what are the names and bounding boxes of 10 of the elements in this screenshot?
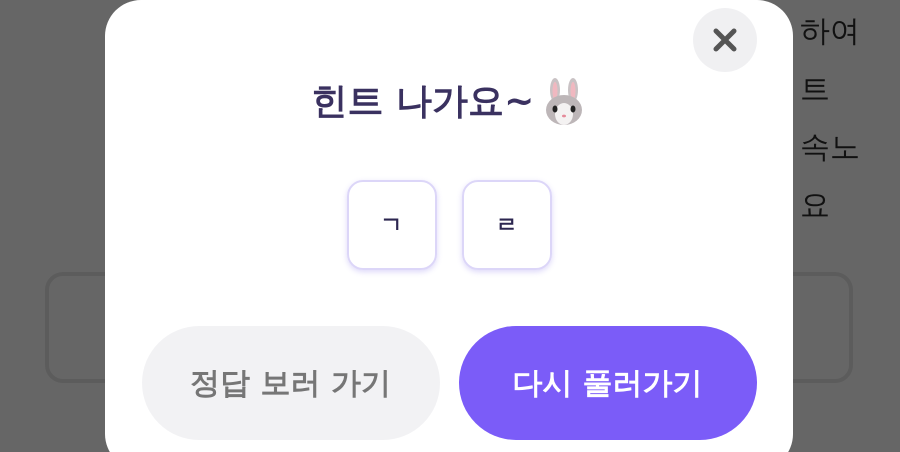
view-answer-button[interactable]: 정답 보러 가기 (142, 326, 440, 440)
background-text: 트 (800, 72, 831, 108)
hint-letter-tile: ㄱ (346, 180, 436, 270)
background-text: 하여 (800, 14, 861, 50)
close-icon (713, 28, 737, 52)
hint-title: 힌트 나가요~ (312, 80, 534, 124)
background-text: 속노 (800, 130, 861, 166)
background-text: 요 (800, 188, 831, 224)
hint-letter-tile: ㄹ (462, 180, 552, 270)
retry-button[interactable]: 다시 풀러가기 (458, 326, 756, 440)
